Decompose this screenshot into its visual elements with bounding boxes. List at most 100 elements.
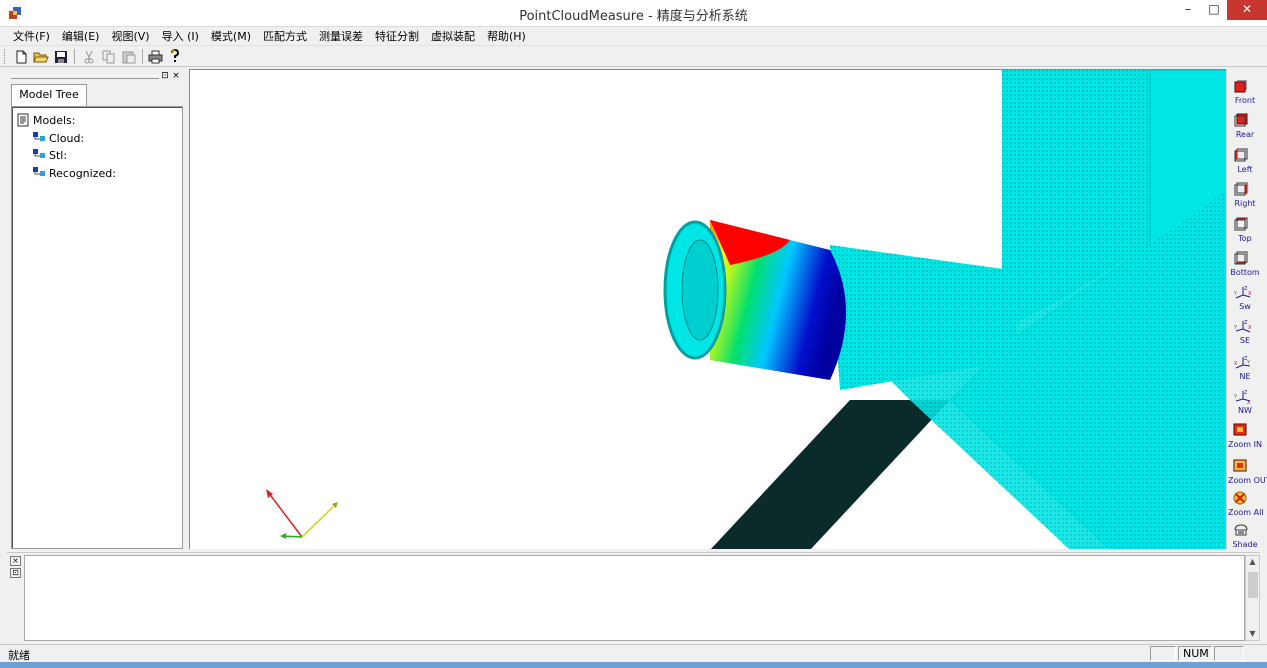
copy-icon[interactable] xyxy=(100,48,118,65)
3d-viewport[interactable] xyxy=(189,69,1226,549)
tab-model-tree[interactable]: Model Tree xyxy=(11,84,87,106)
bottom-view-icon[interactable]: Bottom xyxy=(1228,249,1260,281)
toolbar-separator xyxy=(142,49,143,64)
view-button-label: Front xyxy=(1234,96,1256,105)
view-button-label: Bottom xyxy=(1230,268,1260,277)
tree-node-label: Recognized: xyxy=(49,166,116,180)
window-title: PointCloudMeasure - 精度与分析系统 xyxy=(519,9,748,24)
title-bar: PointCloudMeasure - 精度与分析系统 – □ ✕ xyxy=(0,0,1267,27)
shadow-plane xyxy=(710,400,950,549)
se-iso-view-icon[interactable]: ZYX SE xyxy=(1228,317,1260,349)
menu-feature-segmentation[interactable]: 特征分割 xyxy=(369,28,425,45)
sw-iso-view-icon[interactable]: ZYX Sw xyxy=(1228,283,1260,315)
pane-close-button[interactable]: × xyxy=(171,72,181,82)
svg-text:Z: Z xyxy=(1244,390,1248,396)
menu-virtual-assembly[interactable]: 虚拟装配 xyxy=(425,28,481,45)
output-pin-button[interactable]: ⊡ xyxy=(10,568,21,578)
axis-triad xyxy=(266,489,338,539)
tree-node-label: Stl: xyxy=(49,148,68,162)
zoom-all-icon[interactable]: Zoom All xyxy=(1228,489,1264,521)
tree-node-stl[interactable]: Stl: xyxy=(32,147,67,163)
pane-header: ⊡ × xyxy=(7,72,185,82)
ne-iso-view-icon[interactable]: ZYX NE xyxy=(1228,353,1260,385)
shade-icon[interactable]: Shade xyxy=(1228,521,1260,553)
node-icon xyxy=(33,149,45,158)
svg-text:Y: Y xyxy=(1233,394,1238,400)
svg-text:X: X xyxy=(1234,361,1238,367)
tree-node-label: Models: xyxy=(33,113,76,127)
menu-bar: 文件(F) 编辑(E) 视图(V) 导入 (I) 模式(M) 匹配方式 测量误差 特征分割 虚拟… xyxy=(0,27,1267,45)
menu-import[interactable]: 导入 (I) xyxy=(156,28,205,45)
point-cloud-render xyxy=(266,70,1226,549)
minimize-button[interactable]: – xyxy=(1175,0,1201,20)
node-icon xyxy=(33,167,45,176)
view-button-label: NE xyxy=(1239,372,1251,381)
view-button-label: Sw xyxy=(1239,302,1251,311)
view-button-label: Zoom All xyxy=(1228,508,1264,517)
status-message: 就绪 xyxy=(8,649,30,662)
output-text-area[interactable] xyxy=(24,555,1245,641)
open-folder-icon[interactable] xyxy=(32,48,50,65)
tube-bore xyxy=(681,239,719,341)
cut-icon[interactable] xyxy=(80,48,98,65)
document-icon xyxy=(17,113,29,127)
output-scrollbar[interactable]: ▲ ▼ xyxy=(1245,555,1260,641)
tree-node-recognized[interactable]: Recognized: xyxy=(32,165,116,181)
status-indicator-num: NUM xyxy=(1178,646,1212,661)
view-button-label: SE xyxy=(1239,336,1251,345)
pane-grip[interactable] xyxy=(11,75,159,79)
help-icon[interactable] xyxy=(166,48,184,65)
menu-mode[interactable]: 模式(M) xyxy=(205,28,257,45)
menu-view[interactable]: 视图(V) xyxy=(105,28,155,45)
tree-node-cloud[interactable]: Cloud: xyxy=(32,130,84,146)
node-icon xyxy=(33,132,45,141)
view-button-label: Rear xyxy=(1235,130,1255,139)
toolbar-grip[interactable] xyxy=(4,49,7,64)
scrollbar-thumb[interactable] xyxy=(1248,572,1258,598)
menu-matching[interactable]: 匹配方式 xyxy=(257,28,313,45)
view-button-label: Zoom IN xyxy=(1228,440,1262,449)
nw-iso-view-icon[interactable]: ZY X NW xyxy=(1228,387,1260,419)
svg-text:X: X xyxy=(1248,291,1252,297)
scroll-down-arrow-icon[interactable]: ▼ xyxy=(1246,628,1259,640)
rear-view-icon[interactable]: Rear xyxy=(1228,111,1260,143)
new-file-icon[interactable] xyxy=(12,48,30,65)
window-frame-bottom xyxy=(0,662,1267,668)
output-close-button[interactable]: × xyxy=(10,556,21,566)
zoom-in-icon[interactable]: Zoom IN xyxy=(1228,421,1262,453)
model-tree-pane: ⊡ × Model Tree Models: Cloud: Stl: Recog… xyxy=(7,69,185,549)
status-indicator-scrl xyxy=(1214,646,1244,661)
close-button[interactable]: ✕ xyxy=(1227,0,1267,20)
front-view-icon[interactable]: Front xyxy=(1228,77,1260,109)
toolbar xyxy=(0,45,1267,67)
top-view-icon[interactable]: Top xyxy=(1228,215,1260,247)
svg-text:X: X xyxy=(1247,400,1251,405)
output-pane: × ⊡ ▲ ▼ xyxy=(7,552,1260,642)
maximize-button[interactable]: □ xyxy=(1201,0,1227,20)
menu-edit[interactable]: 编辑(E) xyxy=(56,28,106,45)
paste-icon[interactable] xyxy=(120,48,138,65)
scroll-up-arrow-icon[interactable]: ▲ xyxy=(1246,556,1259,568)
tree-node-label: Cloud: xyxy=(49,131,85,145)
svg-text:Y: Y xyxy=(1233,325,1238,331)
status-bar: 就绪 NUM xyxy=(0,644,1267,662)
pane-pin-button[interactable]: ⊡ xyxy=(160,72,170,82)
print-icon[interactable] xyxy=(146,48,164,65)
toolbar-separator xyxy=(74,49,75,64)
menu-file[interactable]: 文件(F) xyxy=(7,28,56,45)
tree-node-models[interactable]: Models: xyxy=(16,112,75,128)
model-tree: Models: Cloud: Stl: Recognized: xyxy=(11,106,183,549)
zoom-out-icon[interactable]: Zoom OUT xyxy=(1228,457,1267,489)
right-view-icon[interactable]: Right xyxy=(1228,180,1260,212)
svg-text:X: X xyxy=(1248,325,1252,331)
save-icon[interactable] xyxy=(52,48,70,65)
view-toolbar: Front Rear Left Right Top Bottom ZYX Sw … xyxy=(1226,69,1267,549)
left-view-icon[interactable]: Left xyxy=(1228,146,1260,178)
view-button-label: NW xyxy=(1238,406,1252,415)
view-button-label: Zoom OUT xyxy=(1228,476,1267,485)
view-button-label: Top xyxy=(1238,234,1252,243)
menu-measure-error[interactable]: 测量误差 xyxy=(313,28,369,45)
view-button-label: Left xyxy=(1237,165,1253,174)
menu-help[interactable]: 帮助(H) xyxy=(481,28,532,45)
svg-text:Y: Y xyxy=(1233,291,1238,297)
